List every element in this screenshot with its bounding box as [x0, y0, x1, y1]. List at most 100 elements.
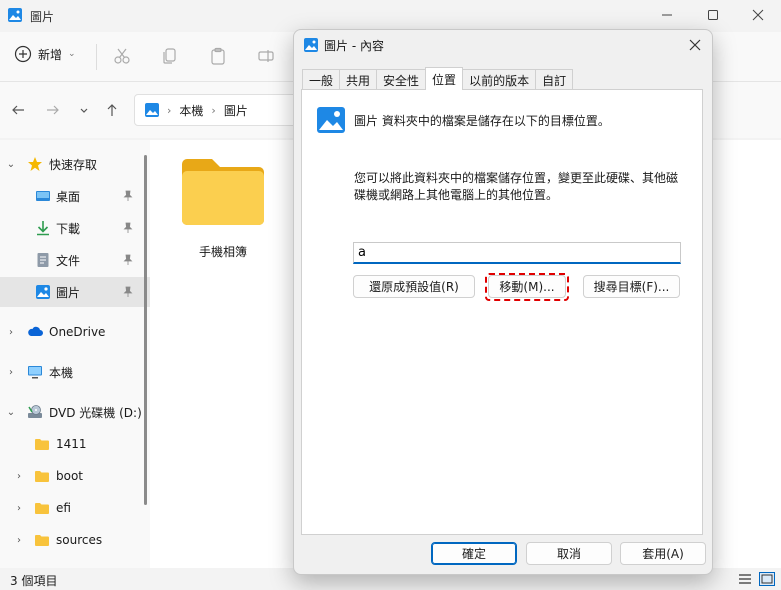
close-window-button[interactable]	[735, 0, 781, 30]
ok-button[interactable]: 確定	[431, 542, 517, 565]
pictures-icon	[304, 38, 318, 52]
cloud-icon	[28, 326, 43, 336]
desktop-icon	[36, 191, 50, 201]
sidebar-item-dvd-drive[interactable]: ⌄ DVD 光碟機 (D:)	[0, 397, 150, 427]
breadcrumb-pictures[interactable]: 圖片	[224, 102, 248, 119]
sidebar-item-label: 快速存取	[49, 157, 98, 172]
new-button[interactable]: 新增 ⌄	[14, 45, 76, 63]
pictures-icon	[8, 8, 22, 22]
chevron-right-icon[interactable]: ›	[14, 535, 24, 546]
sidebar-item-label: 圖片	[56, 285, 81, 300]
document-icon	[37, 253, 49, 267]
up-arrow-icon[interactable]	[104, 102, 120, 118]
location-path-input[interactable]	[353, 242, 681, 264]
sidebar-item-onedrive[interactable]: › OneDrive	[0, 317, 150, 347]
maximize-button[interactable]	[690, 0, 736, 30]
tab-customize[interactable]: 自訂	[535, 69, 574, 90]
breadcrumb-separator-icon: ›	[211, 103, 216, 117]
maximize-icon	[708, 10, 718, 20]
chevron-right-icon[interactable]: ›	[6, 327, 16, 338]
chevron-right-icon[interactable]: ›	[6, 367, 16, 378]
tiles-view-icon[interactable]	[759, 572, 775, 586]
folder-icon	[35, 503, 49, 514]
recent-chevron-icon[interactable]	[76, 102, 92, 118]
tab-security[interactable]: 安全性	[376, 69, 427, 90]
computer-icon	[28, 366, 42, 379]
sidebar-item-label: boot	[56, 469, 84, 483]
folder-icon	[35, 439, 49, 450]
sidebar-item-folder-sources[interactable]: › sources	[0, 525, 150, 555]
explorer-titlebar: 圖片	[0, 0, 781, 32]
sidebar-item-label: 桌面	[56, 189, 81, 204]
chevron-right-icon[interactable]: ›	[14, 503, 24, 514]
sidebar-item-label: 本機	[49, 365, 74, 380]
forward-arrow-icon[interactable]	[45, 102, 61, 118]
minimize-button[interactable]	[644, 0, 690, 30]
move-button[interactable]: 移動(M)...	[488, 275, 566, 298]
dvd-icon	[28, 405, 42, 418]
folder-icon	[35, 471, 49, 482]
sidebar-item-quick-access[interactable]: ⌄ 快速存取	[0, 149, 150, 179]
dialog-title: 圖片 - 內容	[324, 39, 384, 53]
pictures-icon	[36, 285, 50, 299]
folder-label[interactable]: 手機相簿	[170, 243, 276, 260]
sidebar-item-this-pc[interactable]: › 本機	[0, 357, 150, 387]
tab-general[interactable]: 一般	[302, 69, 341, 90]
restore-default-button[interactable]: 還原成預設值(R)	[353, 275, 475, 298]
sidebar-item-label: efi	[56, 501, 71, 515]
sidebar-item-folder-1411[interactable]: 1411	[0, 429, 150, 459]
sidebar-item-downloads[interactable]: 下載	[0, 213, 150, 243]
sidebar-item-label: 下載	[56, 221, 81, 236]
sidebar-item-label: sources	[56, 533, 103, 547]
paste-icon[interactable]	[209, 47, 227, 65]
tab-previous-versions[interactable]: 以前的版本	[462, 69, 537, 90]
sidebar-item-desktop[interactable]: 桌面	[0, 181, 150, 211]
location-description: 圖片 資料夾中的檔案是儲存在以下的目標位置。	[354, 114, 610, 128]
pin-icon[interactable]	[122, 190, 134, 202]
sidebar-item-label: 文件	[56, 253, 81, 268]
close-icon	[689, 39, 701, 51]
cancel-button[interactable]: 取消	[526, 542, 612, 565]
pin-icon[interactable]	[122, 254, 134, 266]
back-arrow-icon[interactable]	[10, 102, 26, 118]
pin-icon[interactable]	[122, 286, 134, 298]
address-bar[interactable]: › 本機 › 圖片	[134, 94, 304, 126]
dialog-tabs: 一般 共用 安全性 位置 以前的版本 自訂	[302, 67, 574, 90]
details-view-icon[interactable]	[737, 572, 753, 586]
location-panel: 圖片 資料夾中的檔案是儲存在以下的目標位置。 您可以將此資料夾中的檔案儲存位置，…	[301, 89, 703, 535]
tab-location[interactable]: 位置	[425, 67, 464, 90]
star-icon	[28, 157, 42, 171]
plus-circle-icon	[14, 45, 32, 63]
minimize-icon	[662, 14, 672, 16]
chevron-down-icon: ⌄	[68, 49, 76, 59]
sidebar-item-label: OneDrive	[49, 325, 106, 339]
chevron-down-icon[interactable]: ⌄	[6, 407, 16, 418]
sidebar-item-folder-efi[interactable]: › efi	[0, 493, 150, 523]
dialog-close-button[interactable]	[684, 34, 706, 56]
folder-icon[interactable]	[180, 156, 266, 228]
item-count: 3 個項目	[10, 574, 58, 588]
rename-icon[interactable]	[257, 47, 275, 65]
folder-icon	[35, 535, 49, 546]
sidebar-item-folder-boot[interactable]: › boot	[0, 461, 150, 491]
sidebar-item-label: DVD 光碟機 (D:)	[49, 405, 142, 420]
properties-dialog: 圖片 - 內容 一般 共用 安全性 位置 以前的版本 自訂 圖片 資料夾中的檔案…	[293, 29, 713, 575]
sidebar-scrollbar[interactable]	[144, 155, 147, 505]
sidebar-item-documents[interactable]: 文件	[0, 245, 150, 275]
apply-button[interactable]: 套用(A)	[620, 542, 706, 565]
new-button-label: 新增	[38, 47, 63, 62]
close-icon	[752, 9, 764, 21]
window-title: 圖片	[30, 10, 55, 24]
cut-icon[interactable]	[113, 47, 131, 65]
breadcrumb-separator-icon: ›	[167, 103, 172, 117]
sidebar-item-pictures[interactable]: 圖片	[0, 277, 150, 307]
tab-sharing[interactable]: 共用	[339, 69, 378, 90]
breadcrumb-this-pc[interactable]: 本機	[179, 102, 203, 119]
navigation-pane: ⌄ 快速存取 桌面 下載 文件 圖片 › OneDrive › 本機 ⌄ DVD…	[0, 140, 150, 568]
copy-icon[interactable]	[161, 47, 179, 65]
pin-icon[interactable]	[122, 222, 134, 234]
pictures-icon	[145, 103, 159, 117]
chevron-down-icon[interactable]: ⌄	[6, 159, 16, 170]
chevron-right-icon[interactable]: ›	[14, 471, 24, 482]
find-target-button[interactable]: 搜尋目標(F)...	[583, 275, 680, 298]
